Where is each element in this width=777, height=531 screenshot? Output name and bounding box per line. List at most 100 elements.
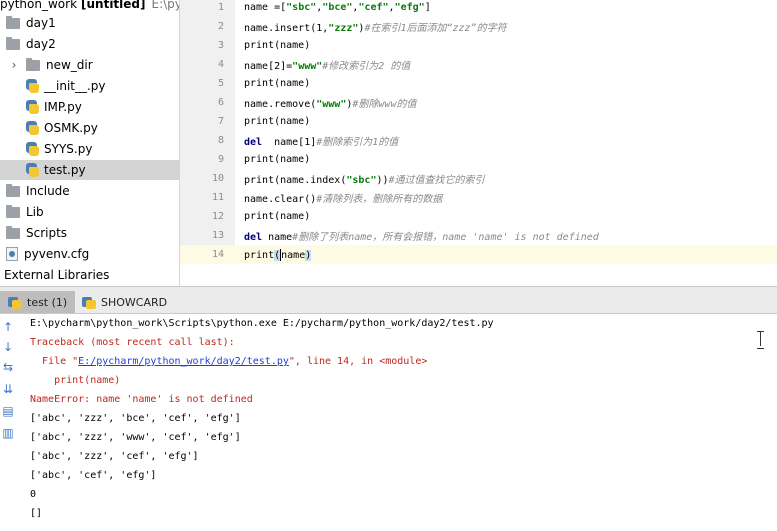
code-line[interactable]: 10 print(name.index("sbc"))#通过值查找它的索引 <box>180 169 777 188</box>
tree-item-day1[interactable]: day1 <box>0 13 179 33</box>
tab-test-1[interactable]: test (1) <box>0 291 76 313</box>
tree-item-label: __init__.py <box>44 79 106 93</box>
code-line[interactable]: 7 print(name) <box>180 112 777 131</box>
code-line[interactable]: 12 print(name) <box>180 207 777 226</box>
tree-item-external-libraries[interactable]: External Libraries <box>0 265 179 285</box>
line-number: 4 <box>217 59 224 70</box>
traceback-file-prefix: File " <box>30 356 79 367</box>
code-text: name.remove("www")#删除www的值 <box>244 95 416 110</box>
code-text: print(name.index("sbc"))#通过值查找它的索引 <box>244 171 485 186</box>
arrow-down-icon[interactable]: ↓ <box>0 338 16 356</box>
console-output-line: ['abc', 'zzz', 'bce', 'cef', 'efg'] <box>30 413 241 424</box>
string-token: "www" <box>316 99 347 110</box>
comment-token: #删除www的值 <box>352 99 417 110</box>
trash-icon[interactable]: ▥ <box>0 424 16 442</box>
python-file-icon <box>26 79 39 93</box>
run-tab-bar: test (1) SHOWCARD <box>0 286 777 314</box>
tab-label: test (1) <box>27 295 68 309</box>
console-command: E:\pycharm\python_work\Scripts\python.ex… <box>30 318 494 329</box>
string-token: "bce" <box>322 2 353 13</box>
comment-token: #删除索引为1的值 <box>316 137 399 148</box>
tree-item-test-py[interactable]: test.py <box>0 160 179 180</box>
code-line[interactable]: 4 name[2]="www"#修改索引为2 的值 <box>180 55 777 74</box>
code-line[interactable]: 5 print(name) <box>180 74 777 93</box>
tree-item-label: SYYS.py <box>44 142 93 156</box>
run-console[interactable]: E:\pycharm\python_work\Scripts\python.ex… <box>18 314 777 531</box>
code-line[interactable]: 13 del name#删除了列表name，所有会报错，name 'name' i… <box>180 226 777 245</box>
code-token: name <box>262 232 293 243</box>
line-number: 2 <box>217 21 224 32</box>
tree-item-day2[interactable]: day2 <box>0 34 179 54</box>
code-token: print(name) <box>244 78 311 89</box>
python-file-icon <box>26 121 39 135</box>
python-run-icon <box>82 295 96 309</box>
traceback-file-suffix: ", line 14, in <module> <box>288 356 428 367</box>
tab-showcard[interactable]: SHOWCARD <box>74 291 175 313</box>
code-text: print(name) <box>244 248 312 261</box>
code-text: print(name) <box>244 78 310 89</box>
traceback-file-link[interactable]: E:/pycharm/python_work/day2/test.py <box>78 356 289 367</box>
comment-token: #清除列表，删除所有的数据 <box>316 194 443 205</box>
code-token: )) <box>376 175 389 186</box>
keyword-token: del <box>244 137 263 148</box>
line-number: 10 <box>211 173 224 184</box>
string-token: "www" <box>292 61 323 72</box>
soft-wrap-icon[interactable]: ⇆ <box>0 358 16 376</box>
tree-item-imp-py[interactable]: IMP.py <box>0 97 179 117</box>
line-number: 13 <box>211 230 224 241</box>
code-line[interactable]: 1 name =["sbc","bce","cef","efg"] <box>180 0 777 17</box>
code-token: print <box>244 249 275 261</box>
string-token: "sbc" <box>286 2 317 13</box>
chevron-right-icon[interactable]: › <box>8 58 20 72</box>
tree-item-lib[interactable]: Lib <box>0 202 179 222</box>
code-line[interactable]: 14 print(name) <box>180 245 777 264</box>
comment-token: #在索引1后面添加“zzz”的字符 <box>364 23 507 34</box>
code-token: print(name) <box>244 211 311 222</box>
folder-icon <box>6 183 20 197</box>
project-root[interactable]: python_work [untitled] E:\pyc <box>0 0 179 12</box>
print-icon[interactable]: ▤ <box>0 402 16 420</box>
console-output-line: ['abc', 'zzz', 'www', 'cef', 'efg'] <box>30 432 241 443</box>
code-line[interactable]: 11 name.clear()#清除列表，删除所有的数据 <box>180 188 777 207</box>
line-number: 9 <box>217 154 224 165</box>
line-number: 14 <box>211 249 224 260</box>
scroll-to-end-icon[interactable]: ⇊ <box>0 380 16 398</box>
code-token: name[1] <box>262 137 317 148</box>
code-token: name.insert(1, <box>244 23 329 34</box>
folder-icon <box>6 225 20 239</box>
code-line[interactable]: 6 name.remove("www")#删除www的值 <box>180 93 777 112</box>
code-line[interactable]: 9 print(name) <box>180 150 777 169</box>
tree-item-label: Scripts <box>26 226 68 240</box>
tree-item-scripts[interactable]: Scripts <box>0 223 179 243</box>
keyword-token: del <box>244 232 263 243</box>
string-token: "sbc" <box>346 175 377 186</box>
comment-token: #修改索引为2 的值 <box>322 61 411 72</box>
code-token: print(name) <box>244 40 311 51</box>
tree-item-syys-py[interactable]: SYYS.py <box>0 139 179 159</box>
code-token: print(name) <box>244 116 311 127</box>
tree-item-label: IMP.py <box>44 100 82 114</box>
tree-item-init-py[interactable]: __init__.py <box>0 76 179 96</box>
tree-item-include[interactable]: Include <box>0 181 179 201</box>
tab-label: SHOWCARD <box>101 295 168 309</box>
tree-item-pyvenv-cfg[interactable]: pyvenv.cfg <box>0 244 179 264</box>
string-token: "zzz" <box>328 23 359 34</box>
comment-token: #通过值查找它的索引 <box>388 175 485 186</box>
tree-item-label: Include <box>26 184 70 198</box>
code-text: name.clear()#清除列表，删除所有的数据 <box>244 190 442 205</box>
line-number: 1 <box>217 2 224 13</box>
code-editor[interactable]: 1 name =["sbc","bce","cef","efg"] 2 name.in… <box>180 0 777 286</box>
editor-empty-area[interactable] <box>180 264 777 286</box>
console-source-line: print(name) <box>30 375 121 386</box>
code-token: print(name) <box>244 154 311 165</box>
code-line[interactable]: 3 print(name) <box>180 36 777 55</box>
arrow-up-icon[interactable]: ↑ <box>0 318 16 336</box>
folder-icon <box>26 57 40 71</box>
tree-item-label: test.py <box>44 163 86 177</box>
tree-item-new-dir[interactable]: › new_dir <box>0 55 179 75</box>
tree-item-osmk-py[interactable]: OSMK.py <box>0 118 179 138</box>
code-line[interactable]: 2 name.insert(1,"zzz")#在索引1后面添加“zzz”的字符 <box>180 17 777 36</box>
code-text: name =["sbc","bce","cef","efg"] <box>244 2 431 13</box>
code-token: name.clear() <box>244 194 317 205</box>
code-line[interactable]: 8 del name[1]#删除索引为1的值 <box>180 131 777 150</box>
